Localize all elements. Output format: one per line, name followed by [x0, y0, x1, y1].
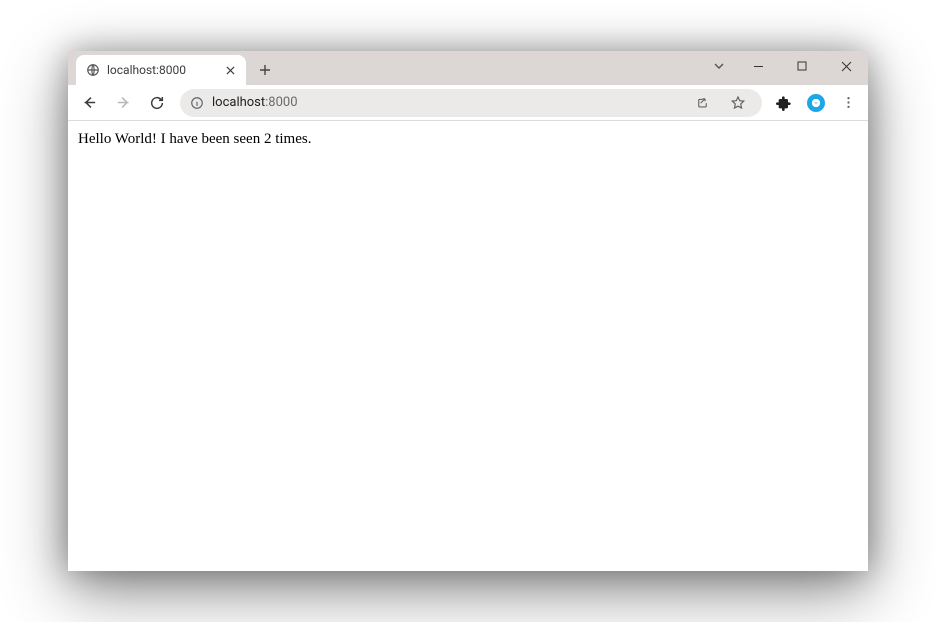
- maximize-button[interactable]: [780, 51, 824, 81]
- globe-icon: [86, 63, 100, 77]
- url-host: localhost: [212, 95, 265, 110]
- browser-window: localhost:8000: [68, 51, 868, 571]
- close-tab-button[interactable]: [222, 62, 238, 78]
- titlebar: localhost:8000: [68, 51, 868, 85]
- bookmark-star-icon[interactable]: [724, 89, 752, 117]
- menu-button[interactable]: [834, 89, 862, 117]
- browser-tab[interactable]: localhost:8000: [76, 55, 246, 85]
- chevron-down-icon[interactable]: [702, 51, 736, 81]
- address-bar[interactable]: localhost:8000: [180, 89, 762, 117]
- new-tab-button[interactable]: [252, 57, 278, 83]
- forward-button[interactable]: [108, 88, 138, 118]
- share-icon[interactable]: [688, 89, 716, 117]
- extensions-icon[interactable]: [770, 89, 798, 117]
- page-content: Hello World! I have been seen 2 times.: [68, 121, 868, 571]
- reload-button[interactable]: [142, 88, 172, 118]
- toolbar: localhost:8000: [68, 85, 868, 121]
- url-text: localhost:8000: [212, 95, 298, 110]
- page-body-text: Hello World! I have been seen 2 times.: [78, 131, 311, 147]
- window-controls: [702, 51, 868, 81]
- tab-title: localhost:8000: [107, 63, 215, 77]
- extension-badge-icon[interactable]: [802, 89, 830, 117]
- url-port: :8000: [265, 95, 297, 110]
- minimize-button[interactable]: [736, 51, 780, 81]
- back-button[interactable]: [74, 88, 104, 118]
- site-info-icon[interactable]: [190, 96, 204, 110]
- close-window-button[interactable]: [824, 51, 868, 81]
